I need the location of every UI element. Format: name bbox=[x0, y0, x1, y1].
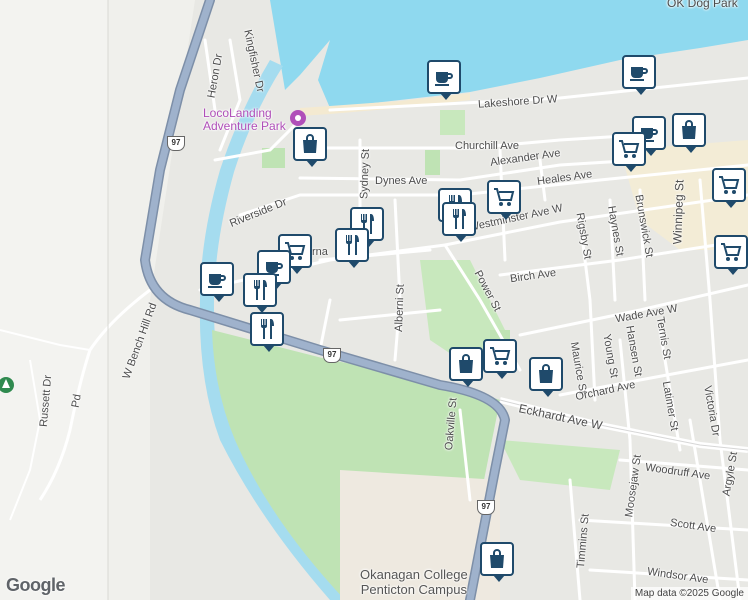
restaurant-icon bbox=[453, 209, 466, 229]
restaurant-icon bbox=[261, 319, 274, 339]
restaurant-icon bbox=[254, 280, 267, 300]
restaurant-marker[interactable] bbox=[442, 202, 476, 242]
highway-97-shield: 97 bbox=[323, 348, 341, 363]
shopping-bag-marker[interactable] bbox=[529, 357, 563, 397]
shopping-cart-marker[interactable] bbox=[714, 235, 748, 275]
shopping-cart-icon bbox=[490, 347, 511, 365]
cafe-icon bbox=[208, 274, 226, 288]
shopping-cart-marker[interactable] bbox=[483, 339, 517, 379]
shopping-bag-marker[interactable] bbox=[672, 113, 706, 153]
highway-97-shield: 97 bbox=[167, 136, 185, 151]
shopping-cart-icon bbox=[619, 140, 640, 158]
restaurant-marker[interactable] bbox=[250, 312, 284, 352]
highway-97-shield: 97 bbox=[477, 500, 495, 515]
shopping-cart-marker[interactable] bbox=[612, 132, 646, 172]
cafe-marker[interactable] bbox=[427, 60, 461, 100]
cafe-icon bbox=[630, 67, 648, 81]
restaurant-marker[interactable] bbox=[243, 273, 277, 313]
shopping-bag-icon bbox=[539, 364, 553, 383]
shopping-bag-marker[interactable] bbox=[449, 347, 483, 387]
shopping-bag-marker[interactable] bbox=[293, 127, 327, 167]
cafe-icon bbox=[435, 72, 453, 86]
cafe-marker[interactable] bbox=[200, 262, 234, 302]
restaurant-icon bbox=[346, 235, 359, 255]
map-attribution[interactable]: Map data ©2025 Google bbox=[630, 587, 748, 600]
shopping-cart-icon bbox=[721, 243, 742, 261]
shopping-bag-marker[interactable] bbox=[480, 542, 514, 582]
google-logo: Google bbox=[6, 575, 66, 595]
shopping-bag-icon bbox=[490, 549, 504, 568]
shopping-cart-marker[interactable] bbox=[712, 168, 746, 208]
shopping-bag-icon bbox=[459, 354, 473, 373]
shopping-bag-icon bbox=[303, 134, 317, 153]
shopping-cart-icon bbox=[719, 176, 740, 194]
cafe-marker[interactable] bbox=[622, 55, 656, 95]
shopping-bag-icon bbox=[682, 120, 696, 139]
shopping-cart-icon bbox=[494, 188, 515, 206]
shopping-cart-marker[interactable] bbox=[487, 180, 521, 220]
restaurant-marker[interactable] bbox=[335, 228, 369, 268]
